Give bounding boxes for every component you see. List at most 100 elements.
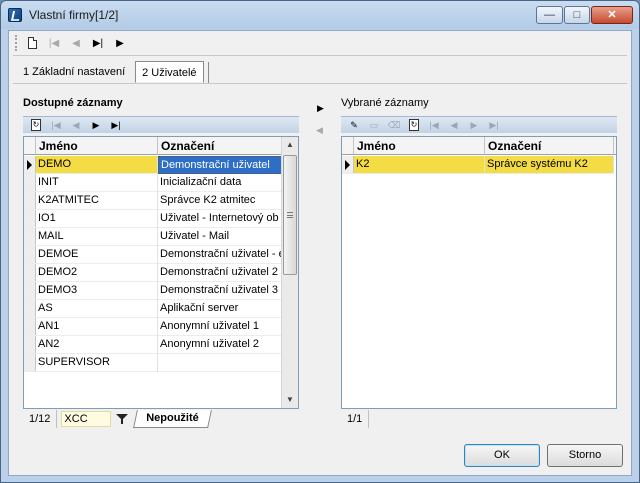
- cell-label[interactable]: Demonstrační uživatel - e: [158, 246, 282, 264]
- cell-label[interactable]: Demonstrační uživatel 3: [158, 282, 282, 300]
- table-row[interactable]: K2ATMITEC Správce K2 atmitec: [24, 192, 282, 210]
- row-indicator[interactable]: [342, 156, 354, 173]
- title-bar: Vlastní firmy[1/2] — □ ✕: [1, 1, 639, 29]
- cell-label[interactable]: Anonymní uživatel 2: [158, 336, 282, 354]
- refresh-icon[interactable]: ↻: [27, 118, 45, 133]
- cell-name[interactable]: K2ATMITEC: [36, 192, 158, 210]
- column-header-label[interactable]: Označení: [485, 137, 614, 155]
- available-records-grid[interactable]: Jméno Označení DEMO Demonstrační uživatel…: [23, 136, 299, 409]
- refresh-icon[interactable]: ↻: [405, 118, 423, 133]
- table-row[interactable]: AN2 Anonymní uživatel 2: [24, 336, 282, 354]
- last-record-icon[interactable]: ▶|: [485, 118, 503, 133]
- cell-label[interactable]: Demonstrační uživatel 2: [158, 264, 282, 282]
- cell-label[interactable]: Správce systému K2: [485, 156, 614, 174]
- selected-records-grid[interactable]: Jméno Označení K2 Správce systému K2: [341, 136, 617, 409]
- cell-label[interactable]: Demonstrační uživatel: [158, 156, 282, 174]
- cell-name[interactable]: DEMO2: [36, 264, 158, 282]
- table-row[interactable]: K2 Správce systému K2: [342, 156, 614, 174]
- row-indicator[interactable]: [24, 246, 36, 263]
- new-document-icon[interactable]: [21, 33, 43, 53]
- cell-name[interactable]: AN1: [36, 318, 158, 336]
- next-record-icon[interactable]: ▶: [465, 118, 483, 133]
- first-record-icon[interactable]: |◀: [425, 118, 443, 133]
- open-folder-icon[interactable]: ▭: [365, 118, 383, 133]
- row-indicator[interactable]: [24, 336, 36, 353]
- row-indicator[interactable]: [24, 192, 36, 209]
- table-row[interactable]: IO1 Uživatel - Internetový ob: [24, 210, 282, 228]
- cell-label[interactable]: Uživatel - Mail: [158, 228, 282, 246]
- grid-header: Jméno Označení: [342, 137, 616, 155]
- maximize-button[interactable]: □: [564, 6, 590, 24]
- column-header-name[interactable]: Jméno: [354, 137, 485, 155]
- next-page-icon[interactable]: ▶|: [87, 33, 109, 53]
- cell-label[interactable]: Aplikační server: [158, 300, 282, 318]
- table-row[interactable]: MAIL Uživatel - Mail: [24, 228, 282, 246]
- tab-users[interactable]: 2 Uživatelé: [135, 61, 210, 84]
- cell-label[interactable]: Správce K2 atmitec: [158, 192, 282, 210]
- cell-name[interactable]: MAIL: [36, 228, 158, 246]
- cell-label[interactable]: [158, 354, 282, 372]
- first-record-icon[interactable]: |◀: [47, 118, 65, 133]
- cancel-button[interactable]: Storno: [547, 444, 623, 467]
- toolbar-grip[interactable]: [15, 35, 18, 51]
- last-record-icon[interactable]: ▶|: [107, 118, 125, 133]
- previous-record-icon[interactable]: ◀: [67, 118, 85, 133]
- scroll-up-button[interactable]: ▲: [282, 137, 298, 153]
- minimize-button[interactable]: —: [536, 6, 563, 24]
- scrollbar-thumb[interactable]: [283, 155, 297, 275]
- row-indicator[interactable]: [24, 174, 36, 191]
- row-indicator[interactable]: [24, 300, 36, 317]
- table-row[interactable]: DEMOE Demonstrační uživatel - e: [24, 246, 282, 264]
- cell-name[interactable]: DEMO: [36, 156, 158, 174]
- table-row[interactable]: INIT Inicializační data: [24, 174, 282, 192]
- row-indicator[interactable]: [24, 264, 36, 281]
- row-indicator[interactable]: [24, 318, 36, 335]
- previous-record-icon[interactable]: ◀: [445, 118, 463, 133]
- row-indicator[interactable]: [24, 210, 36, 227]
- remove-from-selected-button[interactable]: ◀: [316, 125, 323, 136]
- previous-record-icon[interactable]: ◀: [65, 33, 87, 53]
- cell-label[interactable]: Anonymní uživatel 1: [158, 318, 282, 336]
- delete-icon[interactable]: ⌫: [385, 118, 403, 133]
- tab-unused[interactable]: Nepoužité: [133, 410, 212, 428]
- row-indicator[interactable]: [24, 228, 36, 245]
- column-header-label[interactable]: Označení: [158, 137, 282, 155]
- table-row[interactable]: AN1 Anonymní uživatel 1: [24, 318, 282, 336]
- next-record-icon[interactable]: ▶: [109, 33, 131, 53]
- tab-basic-settings[interactable]: 1 Základní nastavení: [17, 61, 131, 83]
- cell-name[interactable]: IO1: [36, 210, 158, 228]
- cell-name[interactable]: K2: [354, 156, 485, 174]
- next-record-icon[interactable]: ▶: [87, 118, 105, 133]
- grid-header: Jméno Označení: [24, 137, 282, 155]
- vertical-scrollbar[interactable]: ▲ ▼: [281, 137, 298, 408]
- row-indicator[interactable]: [24, 156, 36, 173]
- column-header-name[interactable]: Jméno: [36, 137, 158, 155]
- cell-label[interactable]: Uživatel - Internetový ob: [158, 210, 282, 228]
- row-indicator[interactable]: [24, 282, 36, 299]
- table-row[interactable]: DEMO3 Demonstrační uživatel 3: [24, 282, 282, 300]
- ok-button[interactable]: OK: [464, 444, 540, 467]
- cell-name[interactable]: DEMO3: [36, 282, 158, 300]
- table-row[interactable]: SUPERVISOR: [24, 354, 282, 372]
- edit-records-icon[interactable]: ✎: [345, 118, 363, 133]
- table-row[interactable]: DEMO Demonstrační uživatel: [24, 156, 282, 174]
- window-title: Vlastní firmy[1/2]: [29, 8, 119, 22]
- left-status-bar: 1/12 XCC Nepoužité: [23, 410, 212, 428]
- close-button[interactable]: ✕: [591, 6, 633, 24]
- row-indicator[interactable]: [24, 354, 36, 371]
- table-row[interactable]: AS Aplikační server: [24, 300, 282, 318]
- cell-label[interactable]: Inicializační data: [158, 174, 282, 192]
- record-counter: 1/1: [341, 410, 370, 428]
- cell-name[interactable]: AS: [36, 300, 158, 318]
- filter-icon[interactable]: [115, 412, 129, 426]
- add-to-selected-button[interactable]: ▶: [317, 103, 324, 114]
- table-row[interactable]: DEMO2 Demonstrační uživatel 2: [24, 264, 282, 282]
- scroll-down-button[interactable]: ▼: [282, 392, 298, 408]
- first-record-icon[interactable]: |◀: [43, 33, 65, 53]
- cell-name[interactable]: INIT: [36, 174, 158, 192]
- cell-name[interactable]: DEMOE: [36, 246, 158, 264]
- cell-name[interactable]: AN2: [36, 336, 158, 354]
- tab-unused-label: Nepoužité: [146, 412, 200, 424]
- filter-input[interactable]: XCC: [61, 411, 112, 427]
- cell-name[interactable]: SUPERVISOR: [36, 354, 158, 372]
